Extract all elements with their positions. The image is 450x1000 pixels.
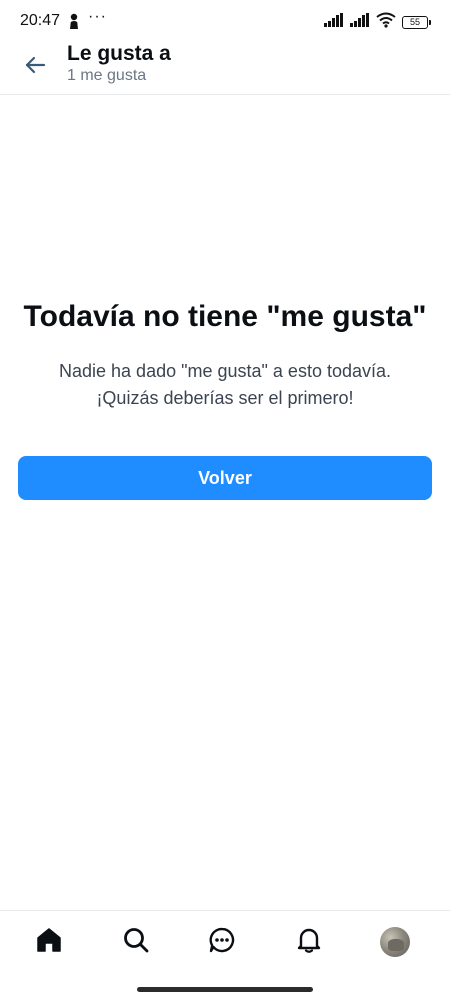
wifi-icon <box>376 12 396 33</box>
person-icon <box>68 13 80 29</box>
status-time: 20:47 <box>20 12 61 29</box>
header: Le gusta a 1 me gusta <box>0 42 450 95</box>
page-title: Le gusta a <box>67 42 171 65</box>
like-count: 1 me gusta <box>67 67 147 84</box>
overflow-dots-icon: ··· <box>88 8 107 25</box>
nav-chat[interactable] <box>205 925 239 959</box>
empty-state-message-line: ¡Quizás deberías ser el primero! <box>96 388 354 408</box>
arrow-left-icon <box>23 53 47 82</box>
nav-home[interactable] <box>32 925 66 959</box>
nav-search[interactable] <box>119 925 153 959</box>
status-icons: 55 <box>324 12 431 33</box>
empty-state-message-line: Nadie ha dado "me gusta" a esto todavía. <box>59 361 391 381</box>
empty-state-message: Nadie ha dado "me gusta" a esto todavía.… <box>0 358 450 412</box>
bottom-nav <box>0 910 450 974</box>
battery-icon: 55 <box>402 15 431 29</box>
back-button[interactable] <box>18 50 52 84</box>
home-indicator <box>137 987 313 992</box>
home-icon <box>35 926 63 959</box>
bell-icon <box>295 926 323 959</box>
search-icon <box>122 926 150 959</box>
status-bar: 20:47 ··· 55 <box>0 0 450 42</box>
signal-icon <box>350 12 370 32</box>
chat-icon <box>208 926 236 959</box>
go-back-button[interactable]: Volver <box>18 456 432 500</box>
nav-profile[interactable] <box>378 925 412 959</box>
nav-notifications[interactable] <box>292 925 326 959</box>
screen: 20:47 ··· 55 Le gusta a 1 me gusta Todav… <box>0 0 450 1000</box>
avatar <box>380 927 410 957</box>
empty-state-title: Todavía no tiene "me gusta" <box>23 300 427 333</box>
signal-icon <box>324 12 344 32</box>
